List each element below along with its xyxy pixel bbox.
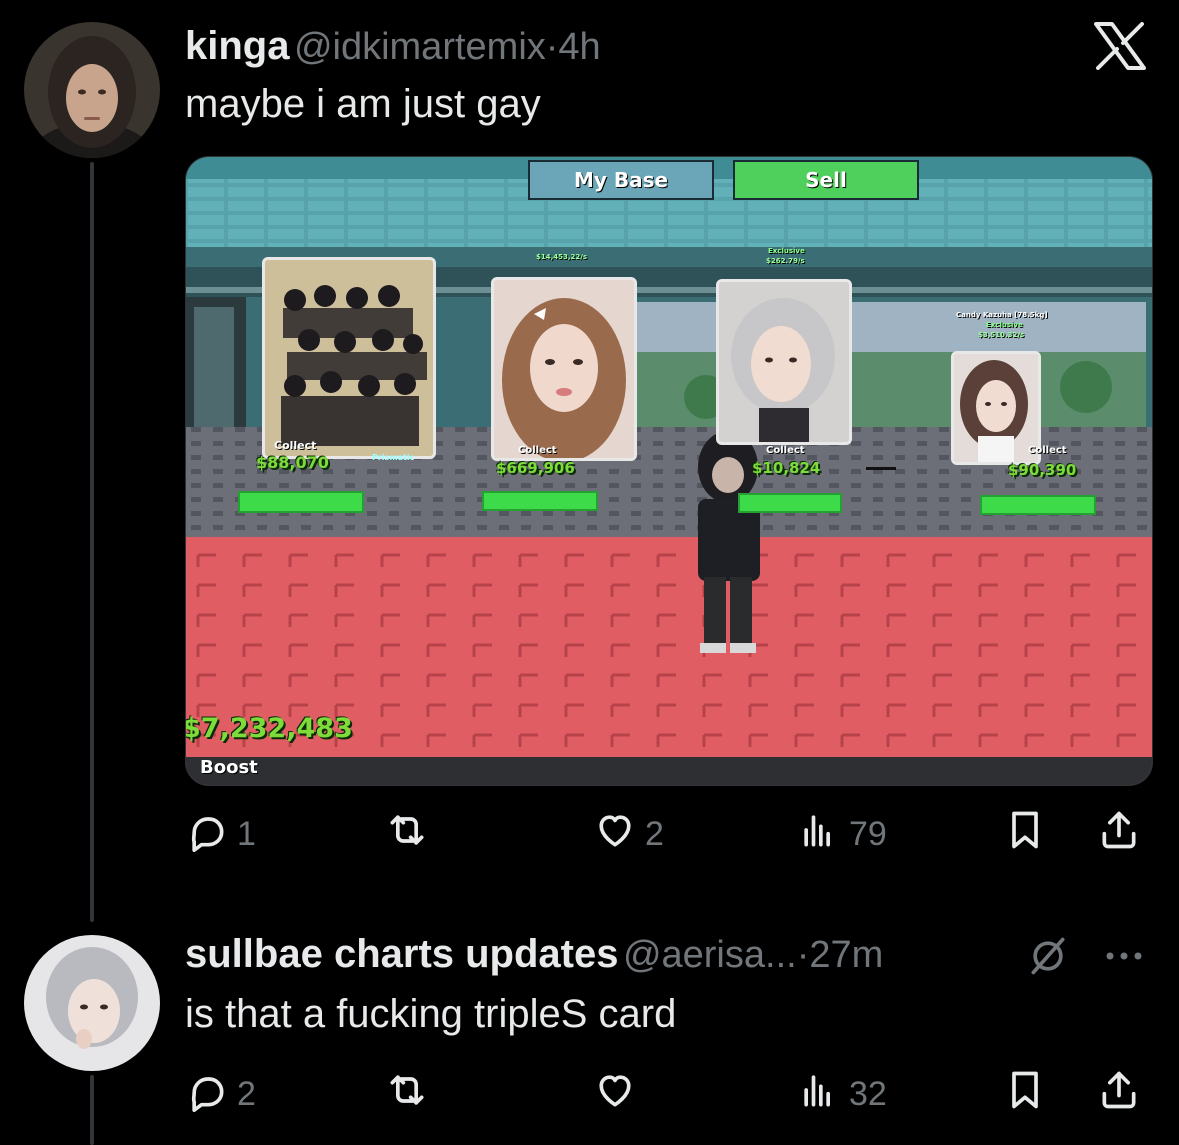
- reply-button[interactable]: 2: [185, 1068, 256, 1121]
- x-logo-icon[interactable]: [1094, 22, 1146, 75]
- photo-card-1[interactable]: [262, 257, 436, 459]
- card-3-tag: Exclusive: [768, 247, 805, 255]
- card-3-rate: $262.79/s: [766, 257, 805, 265]
- handle[interactable]: @aerisa...: [623, 934, 797, 976]
- views-button[interactable]: 79: [797, 808, 887, 861]
- collect-label-1: Collect: [274, 439, 317, 452]
- post-text: is that a fucking tripleS card: [185, 992, 677, 1036]
- collect-pad-1[interactable]: [238, 491, 364, 513]
- views-icon: [797, 808, 841, 861]
- reply-button[interactable]: 1: [185, 808, 256, 861]
- sell-button[interactable]: Sell: [733, 160, 919, 200]
- thread-line: [90, 162, 94, 922]
- card-4-title: Candy Kazuha [78.5kg]: [956, 311, 1048, 319]
- repost-button[interactable]: [385, 808, 429, 861]
- display-name[interactable]: kinga: [185, 24, 289, 68]
- reply-count: 1: [237, 815, 256, 853]
- post-text: maybe i am just gay: [185, 82, 541, 126]
- grok-icon[interactable]: [1026, 934, 1070, 983]
- collect-pad-2[interactable]: [482, 491, 598, 511]
- collect-pad-3[interactable]: [738, 493, 842, 513]
- views-button[interactable]: 32: [797, 1068, 887, 1121]
- photo-card-3[interactable]: [716, 279, 852, 445]
- views-icon: [797, 1068, 841, 1121]
- boost-label: Boost: [200, 757, 258, 778]
- like-icon: [593, 808, 637, 861]
- repost-icon: [385, 1068, 429, 1121]
- like-button[interactable]: [593, 1068, 645, 1121]
- views-count: 32: [849, 1075, 887, 1113]
- timestamp[interactable]: 4h: [558, 26, 600, 68]
- timestamp[interactable]: 27m: [809, 934, 883, 976]
- collect-pad-4[interactable]: [980, 495, 1096, 515]
- avatar[interactable]: [24, 935, 160, 1071]
- collect-label-2: Collect: [518, 445, 557, 456]
- post-actions: 2 32: [185, 1068, 1150, 1128]
- photo-card-2[interactable]: [491, 277, 637, 461]
- money-value: 7,232,483: [200, 713, 353, 744]
- thread-line-bottom: [90, 1075, 94, 1145]
- collect-label-3: Collect: [766, 445, 805, 456]
- bookmark-button[interactable]: [1003, 1068, 1047, 1121]
- reply-icon: [185, 1068, 229, 1121]
- bookmark-icon: [1003, 1068, 1047, 1121]
- repost-icon: [385, 808, 429, 861]
- reply-icon: [185, 808, 229, 861]
- card-4-rate: $3,510.32/s: [978, 331, 1025, 339]
- like-count: 2: [645, 815, 664, 853]
- display-name[interactable]: sullbae charts updates: [185, 932, 618, 976]
- card-1-amount: $88,070: [256, 453, 329, 472]
- share-icon: [1097, 808, 1141, 861]
- bookmark-icon: [1003, 808, 1047, 861]
- card-2-amount: $669,906: [496, 459, 575, 477]
- post-media-image[interactable]: My Base Sell Collect $88,070 Prismatic $…: [185, 156, 1153, 786]
- share-button[interactable]: [1097, 808, 1141, 861]
- share-icon: [1097, 1068, 1141, 1121]
- post-header: sullbae charts updates @aerisa...·27m: [185, 932, 883, 977]
- like-button[interactable]: 2: [593, 808, 664, 861]
- views-count: 79: [849, 815, 887, 853]
- avatar[interactable]: [24, 22, 160, 158]
- bookmark-button[interactable]: [1003, 808, 1047, 861]
- separator: ·: [545, 26, 559, 68]
- card-2-rate: $14,453,22/s: [536, 253, 588, 261]
- post-header: kinga @idkimartemix·4h: [185, 24, 601, 69]
- separator: ·: [796, 934, 810, 976]
- money-counter: $7,232,483: [186, 713, 353, 744]
- collect-label-4: Collect: [1028, 445, 1067, 456]
- reply-count: 2: [237, 1075, 256, 1113]
- repost-button[interactable]: [385, 1068, 429, 1121]
- boost-text: Boost: [200, 757, 258, 778]
- post-actions: 1 2 79: [185, 808, 1150, 868]
- more-icon[interactable]: [1100, 944, 1148, 973]
- card-4-tag: Exclusive: [986, 321, 1023, 329]
- share-button[interactable]: [1097, 1068, 1141, 1121]
- card-4-amount: $90,390: [1008, 461, 1077, 479]
- like-icon: [593, 1068, 637, 1121]
- card-1-tag: Prismatic: [372, 453, 415, 462]
- card-3-amount: $10,824: [752, 459, 821, 477]
- handle[interactable]: @idkimartemix: [294, 26, 546, 68]
- my-base-button[interactable]: My Base: [528, 160, 714, 200]
